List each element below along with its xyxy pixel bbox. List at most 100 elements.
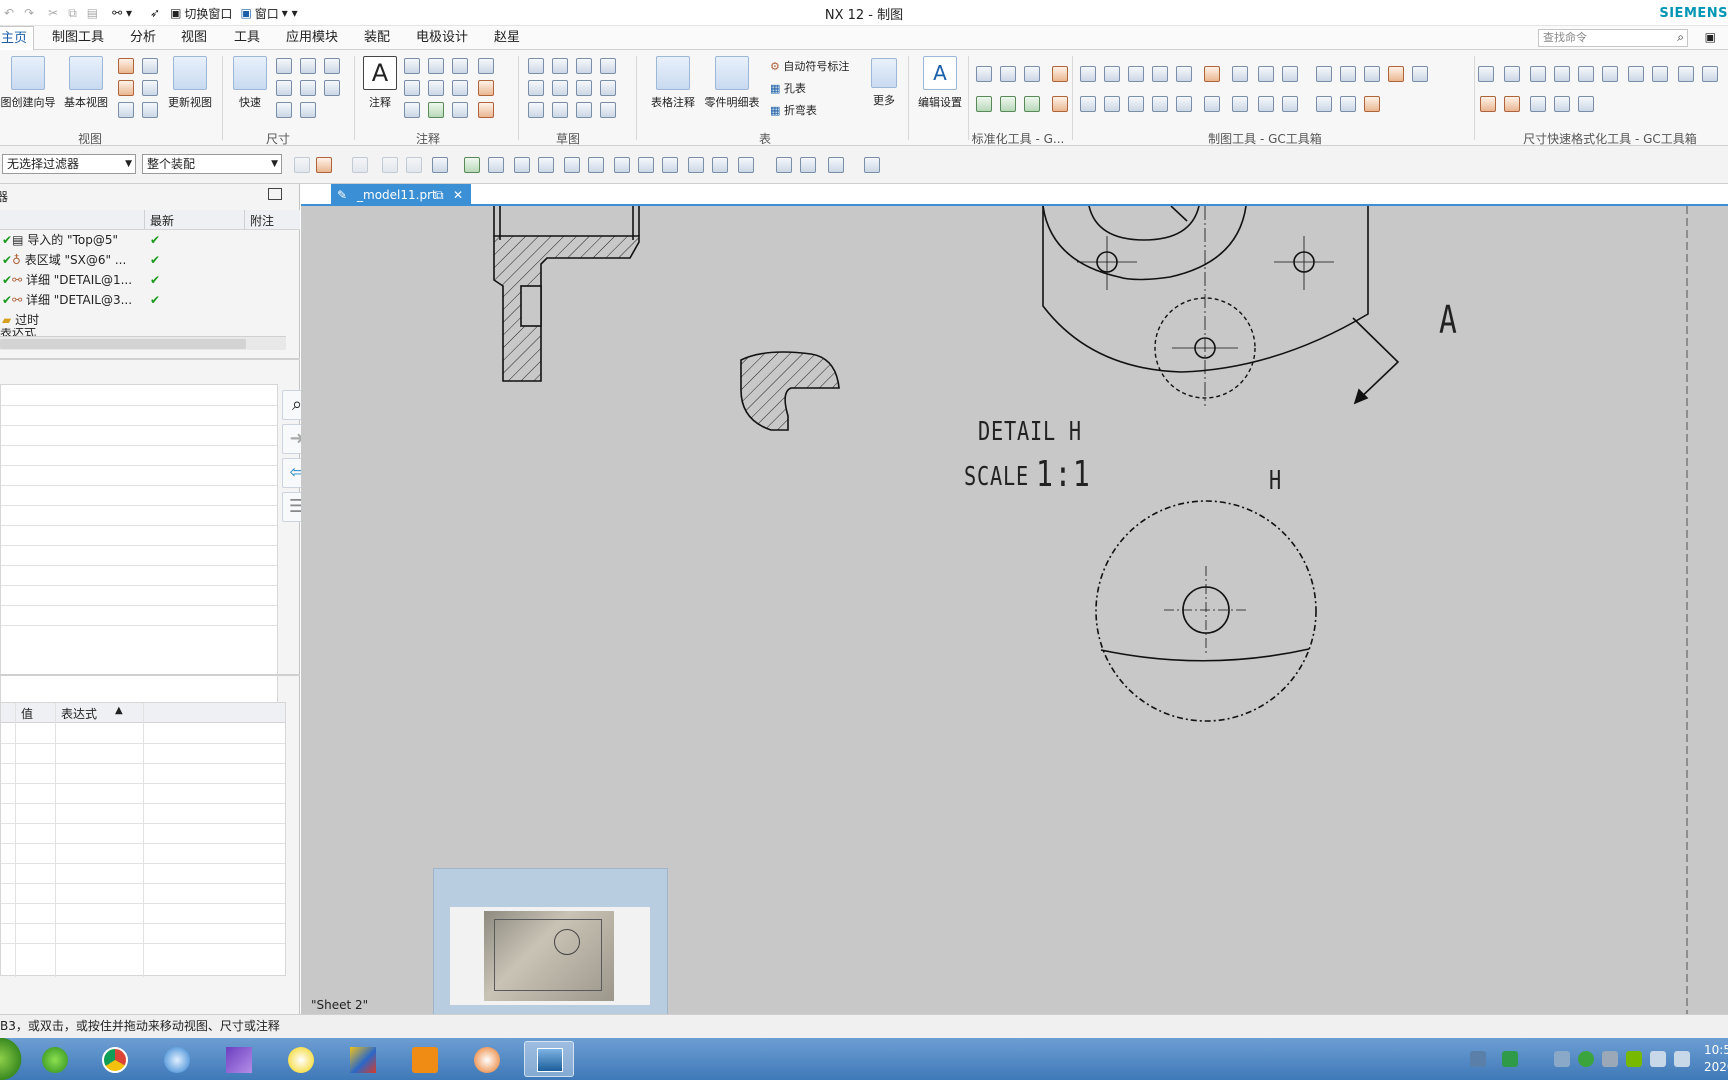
view-tool-icon[interactable] — [776, 157, 792, 173]
gc-tool-icon[interactable] — [1258, 66, 1274, 82]
offset-curve-icon[interactable] — [576, 102, 592, 118]
gc-tool-icon[interactable] — [1104, 66, 1120, 82]
gc-tool-icon[interactable] — [1152, 66, 1168, 82]
view-tool-icon[interactable] — [800, 157, 816, 173]
more-button[interactable]: 更多 — [866, 58, 902, 108]
snap-on-curve-icon[interactable] — [712, 157, 728, 173]
parts-list-button[interactable]: 零件明细表 — [702, 56, 762, 110]
trim-icon[interactable] — [600, 102, 616, 118]
snap-center-icon[interactable] — [638, 157, 654, 173]
selection-icon[interactable] — [352, 157, 368, 173]
volume-icon[interactable] — [1650, 1051, 1666, 1067]
selection-icon[interactable] — [406, 157, 422, 173]
dim-format-icon[interactable] — [1554, 66, 1570, 82]
horizontal-scrollbar[interactable] — [0, 336, 286, 350]
dim-format-icon[interactable] — [1504, 66, 1520, 82]
std-tool-icon[interactable] — [1024, 66, 1040, 82]
gc-tool-icon[interactable] — [1282, 66, 1298, 82]
snap-exist-point-icon[interactable] — [688, 157, 704, 173]
dim-format-icon[interactable] — [1628, 66, 1644, 82]
sort-ascending-icon[interactable]: ▲ — [115, 705, 123, 716]
section-view[interactable] — [493, 206, 640, 382]
dim-format-icon[interactable] — [1554, 96, 1570, 112]
feature-control-icon[interactable] — [404, 58, 420, 74]
std-tool-icon[interactable] — [976, 96, 992, 112]
tab-drafting-tools[interactable]: 制图工具 — [46, 26, 110, 50]
gc-tool-icon[interactable] — [1316, 66, 1332, 82]
tree-row[interactable]: ✔▤ 导入的 "Top@5" ✔ — [0, 230, 300, 250]
line-icon[interactable] — [576, 58, 592, 74]
snap-quadrant-icon[interactable] — [662, 157, 678, 173]
tab-user-zhaoxing[interactable]: 赵星 — [488, 26, 526, 50]
detail-view-icon[interactable] — [142, 58, 158, 74]
scope-select[interactable]: 整个装配 ▼ — [142, 154, 282, 174]
auto-balloon-button[interactable]: ⚙ 自动符号标注 — [770, 58, 860, 74]
ellipse-icon[interactable] — [528, 102, 544, 118]
nvidia-icon[interactable] — [1626, 1051, 1642, 1067]
studio-spline-icon[interactable] — [576, 80, 592, 96]
copy-icon[interactable]: ⧉ — [68, 6, 77, 21]
tab-view[interactable]: 视图 — [175, 26, 213, 50]
gc-tool-icon[interactable] — [1340, 66, 1356, 82]
popout-icon[interactable]: ⧉ — [435, 184, 444, 206]
base-view-button[interactable]: 基本视图 — [60, 56, 112, 110]
dim-format-icon[interactable] — [1530, 66, 1546, 82]
scroll-thumb[interactable] — [0, 339, 246, 349]
section-label-a[interactable]: A — [1439, 298, 1457, 342]
balloon-icon[interactable] — [404, 80, 420, 96]
circle-icon[interactable] — [528, 80, 544, 96]
visual-studio-icon[interactable] — [214, 1041, 264, 1077]
tab-application[interactable]: 应用模块 — [280, 26, 344, 50]
std-tool-icon[interactable] — [1052, 96, 1068, 112]
select-tool-icon[interactable]: ➶ — [150, 6, 160, 20]
switch-window-icon[interactable]: ▣ — [170, 6, 181, 20]
arc-icon[interactable] — [600, 58, 616, 74]
section-arrow[interactable] — [1352, 317, 1400, 405]
tray-icon[interactable] — [1554, 1051, 1570, 1067]
gc-tool-icon[interactable] — [1128, 96, 1144, 112]
taskbar-app-icon[interactable] — [30, 1041, 80, 1077]
view-boundary-icon[interactable] — [118, 102, 134, 118]
dim-format-icon[interactable] — [1652, 66, 1668, 82]
std-tool-icon[interactable] — [976, 66, 992, 82]
network-icon[interactable] — [1674, 1051, 1690, 1067]
dim-format-icon[interactable] — [1504, 96, 1520, 112]
tab-analysis[interactable]: 分析 — [124, 26, 162, 50]
store-icon[interactable] — [400, 1041, 450, 1077]
rapid-dimension-button[interactable]: 快速 — [228, 56, 272, 110]
column-value[interactable]: 值 — [21, 705, 33, 722]
thickness-dim-icon[interactable] — [324, 80, 340, 96]
tray-icon[interactable] — [1602, 1051, 1618, 1067]
area-fill-icon[interactable] — [478, 80, 494, 96]
snap-curve-icon[interactable] — [588, 157, 604, 173]
dim-format-icon[interactable] — [1530, 96, 1546, 112]
arc-length-icon[interactable] — [324, 58, 340, 74]
ribbon-options-icon[interactable]: ▣ — [1705, 30, 1716, 44]
command-search-input[interactable]: 查找命令 — [1538, 29, 1688, 47]
dim-format-icon[interactable] — [1578, 96, 1594, 112]
clock[interactable]: 10:5 2020 — [1704, 1042, 1728, 1076]
tree-row[interactable]: ▰ 过时 — [0, 310, 300, 330]
browser-icon[interactable] — [462, 1041, 512, 1077]
gc-tool-icon[interactable] — [1104, 96, 1120, 112]
gc-tool-icon[interactable] — [1080, 96, 1096, 112]
linear-dim-icon[interactable] — [276, 58, 292, 74]
gc-tool-icon[interactable] — [1412, 66, 1428, 82]
security-icon[interactable] — [1502, 1051, 1518, 1067]
gc-tool-icon[interactable] — [1258, 96, 1274, 112]
scale-value[interactable]: 1:1 — [1036, 454, 1091, 495]
std-tool-icon[interactable] — [1000, 96, 1016, 112]
maximize-icon[interactable] — [268, 188, 282, 200]
zoom-annotation-icon[interactable] — [404, 102, 420, 118]
gc-tool-icon[interactable] — [1152, 96, 1168, 112]
polygon-icon[interactable] — [600, 80, 616, 96]
tray-icon[interactable] — [1578, 1051, 1594, 1067]
dim-format-icon[interactable] — [1602, 66, 1618, 82]
crosshatch-icon[interactable] — [478, 58, 494, 74]
gc-tool-icon[interactable] — [1204, 96, 1220, 112]
gc-tool-icon[interactable] — [1080, 66, 1096, 82]
snap-icon[interactable] — [294, 157, 310, 173]
section-profile[interactable] — [740, 351, 840, 431]
search-icon[interactable]: ⌕ — [1677, 30, 1684, 45]
tree-row[interactable]: ✔♁ 表区域 "SX@6" ... ✔ — [0, 250, 300, 270]
